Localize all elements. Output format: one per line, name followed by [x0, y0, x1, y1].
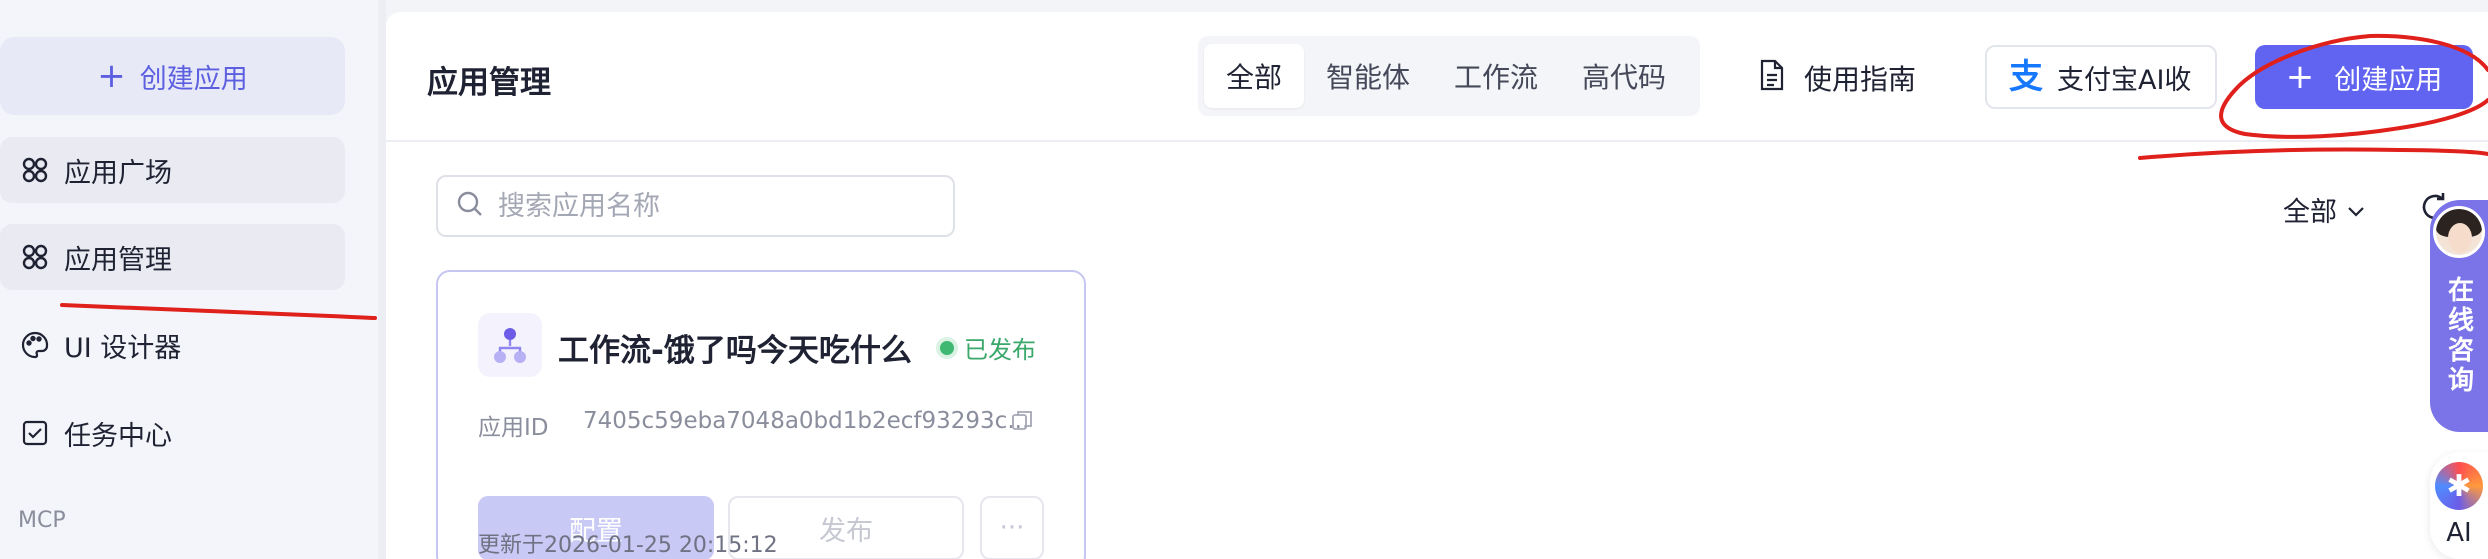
more-options-button[interactable]: ··· — [980, 496, 1044, 559]
create-app-button[interactable]: + 创建应用 — [2255, 45, 2473, 109]
sidebar: + 创建应用 应用广场 应用管理 UI 设计器 任务中心 MCP — [0, 0, 378, 559]
app-id-value: 7405c59eba7048a0bd1b2ecf93293c... — [583, 408, 1030, 434]
task-checkbox-icon — [20, 418, 50, 448]
sidebar-create-app-button[interactable]: + 创建应用 — [0, 37, 345, 115]
online-consult-widget[interactable]: 在线咨询 — [2430, 200, 2488, 432]
sidebar-item-label: 任务中心 — [64, 420, 172, 452]
updated-timestamp: 更新于2026-01-25 20:15:12 — [478, 533, 778, 558]
header-divider — [386, 140, 2488, 142]
chevron-down-icon — [2347, 194, 2365, 225]
sidebar-item-label: 应用广场 — [64, 157, 172, 189]
usage-guide-label: 使用指南 — [1804, 63, 1917, 96]
status-filter-dropdown[interactable]: 全部 — [2283, 190, 2365, 229]
avatar — [2433, 206, 2485, 258]
palette-icon — [20, 330, 50, 360]
type-filter-tabs: 全部 智能体 工作流 高代码 — [1198, 36, 1700, 116]
sidebar-item-task-center[interactable]: 任务中心 — [0, 400, 345, 466]
sidebar-divider[interactable] — [378, 0, 386, 559]
workflow-icon — [478, 313, 542, 377]
search-icon — [456, 190, 484, 222]
usage-guide-link[interactable]: 使用指南 — [1758, 58, 1916, 98]
status-label: 已发布 — [964, 336, 1036, 364]
sidebar-item-label: UI 设计器 — [64, 332, 182, 364]
status-dot-icon — [940, 340, 954, 355]
apps-grid-icon — [20, 155, 50, 185]
alipay-ai-button[interactable]: 支 支付宝AI收 — [1985, 45, 2217, 109]
alipay-logo-icon: 支 — [2009, 57, 2043, 97]
document-icon — [1758, 59, 1786, 98]
tab-all[interactable]: 全部 — [1204, 44, 1305, 108]
status-badge: 已发布 — [940, 330, 1036, 365]
tab-agent[interactable]: 智能体 — [1304, 44, 1432, 108]
tab-workflow[interactable]: 工作流 — [1432, 44, 1560, 108]
search-input[interactable] — [498, 190, 938, 222]
sidebar-create-app-label: 创建应用 — [139, 63, 248, 95]
sidebar-item-app-management[interactable]: 应用管理 — [0, 224, 345, 290]
search-box[interactable] — [436, 175, 955, 237]
plus-icon: + — [97, 56, 126, 96]
ai-label: AI — [2446, 518, 2472, 548]
alipay-ai-label: 支付宝AI收 — [2057, 64, 2192, 96]
apps-grid-icon — [20, 242, 50, 272]
ai-assistant-widget[interactable]: ✱ AI — [2430, 452, 2488, 559]
plus-icon: + — [2285, 57, 2315, 97]
app-id-label: 应用ID — [478, 415, 549, 441]
ai-logo-icon: ✱ — [2435, 462, 2483, 510]
create-app-label: 创建应用 — [2334, 64, 2443, 96]
sidebar-section-mcp: MCP — [18, 508, 66, 533]
sidebar-item-label: 应用管理 — [64, 244, 172, 276]
online-consult-label: 在线咨询 — [2443, 276, 2474, 396]
app-card-title: 工作流-饿了吗今天吃什么 — [558, 333, 912, 369]
sidebar-item-ui-designer[interactable]: UI 设计器 — [0, 312, 345, 378]
page-title: 应用管理 — [427, 65, 551, 101]
tab-high-code[interactable]: 高代码 — [1560, 44, 1688, 108]
copy-icon[interactable] — [1010, 408, 1034, 432]
status-filter-label: 全部 — [2283, 197, 2337, 228]
sidebar-item-app-plaza[interactable]: 应用广场 — [0, 137, 345, 203]
